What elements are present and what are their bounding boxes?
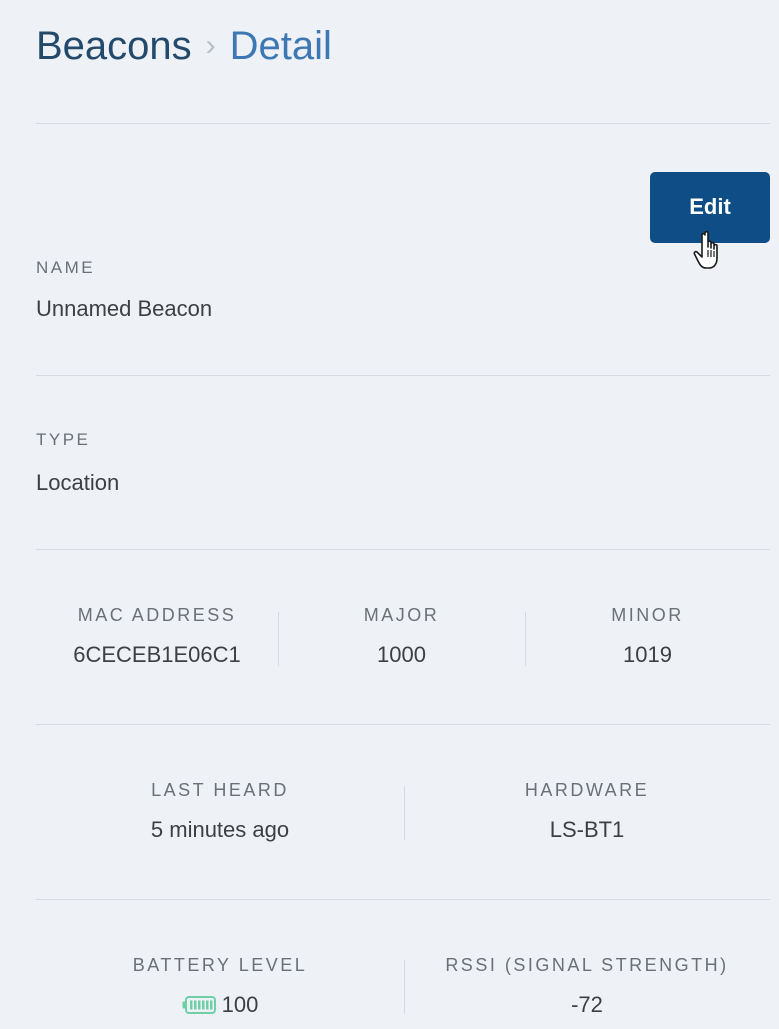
rssi-value: -72 — [571, 992, 603, 1017]
type-label: TYPE — [36, 430, 91, 449]
hardware-value: LS-BT1 — [549, 817, 625, 842]
last-heard-value: 5 minutes ago — [150, 817, 290, 842]
breadcrumb-separator: › — [205, 29, 216, 62]
breadcrumb: Beacons › Detail — [36, 18, 332, 78]
beacon-detail-page: Beacons › Detail Edit NAME Unnamed Beacon … — [0, 0, 779, 1029]
name-value: Unnamed Beacon — [36, 296, 213, 321]
type-value: Location — [36, 470, 120, 495]
battery-level-value: 100 — [221, 992, 259, 1017]
rssi-field: RSSI (SIGNAL STRENGTH) -72 — [404, 955, 770, 1018]
rssi-label: RSSI (SIGNAL STRENGTH) — [445, 955, 729, 975]
mac-address-label: MAC ADDRESS — [77, 605, 237, 625]
major-value: 1000 — [377, 642, 426, 667]
minor-value: 1019 — [623, 642, 672, 667]
name-label: NAME — [36, 258, 96, 277]
battery-level-field: BATTERY LEVEL 100 — [36, 955, 404, 1018]
breadcrumb-beacons-link[interactable]: Beacons — [36, 24, 192, 68]
mac-address-value: 6CECEB1E06C1 — [73, 642, 241, 667]
minor-label: MINOR — [611, 605, 684, 625]
breadcrumb-current-page: Detail — [229, 24, 332, 68]
mac-address-field: MAC ADDRESS 6CECEB1E06C1 — [36, 605, 278, 668]
type-divider — [36, 549, 770, 550]
header-divider — [36, 123, 770, 124]
battery-level-row: 100 — [36, 992, 404, 1018]
minor-field: MINOR 1019 — [525, 605, 770, 668]
hardware-field: HARDWARE LS-BT1 — [404, 780, 770, 843]
major-label: MAJOR — [363, 605, 440, 625]
battery-full-icon — [182, 996, 216, 1014]
major-field: MAJOR 1000 — [278, 605, 525, 668]
name-divider — [36, 375, 770, 376]
last-heard-label: LAST HEARD — [151, 780, 289, 800]
identifiers-divider — [36, 724, 770, 725]
edit-button[interactable]: Edit — [650, 172, 770, 243]
status-divider — [36, 899, 770, 900]
last-heard-field: LAST HEARD 5 minutes ago — [36, 780, 404, 843]
hardware-label: HARDWARE — [524, 780, 650, 800]
battery-level-label: BATTERY LEVEL — [132, 955, 308, 975]
